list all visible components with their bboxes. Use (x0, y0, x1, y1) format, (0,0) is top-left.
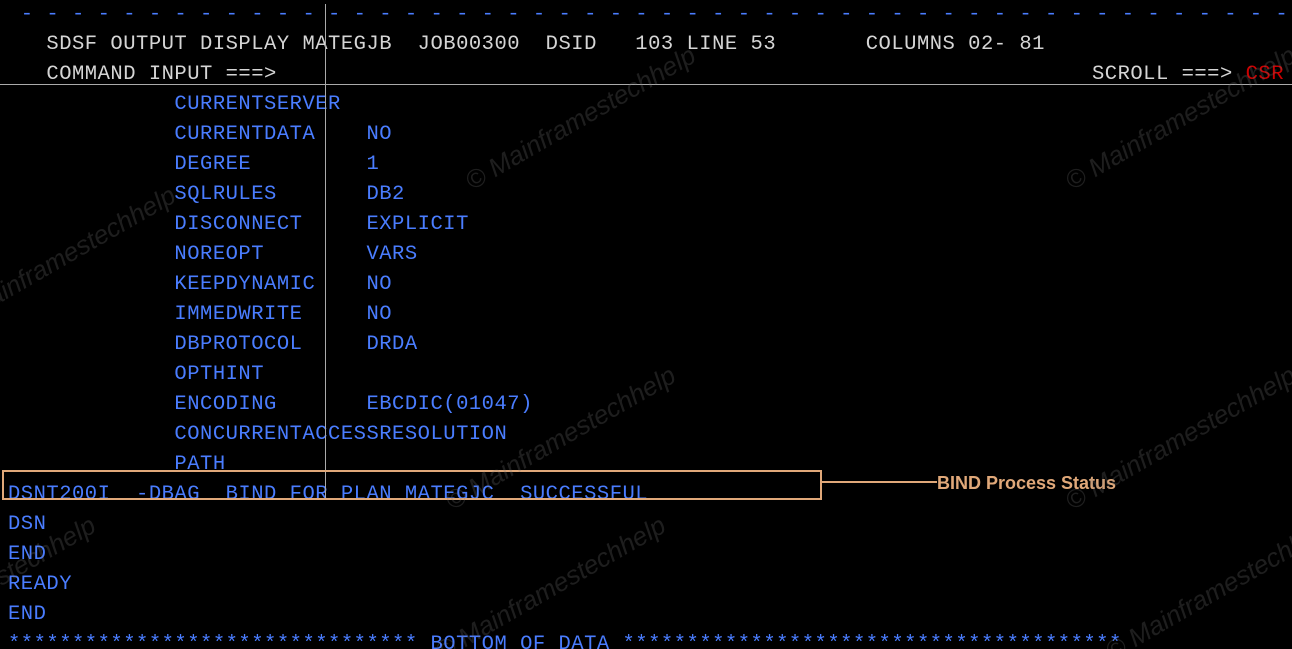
bottom-of-data: ******************************** BOTTOM … (0, 630, 1292, 649)
callout-label: BIND Process Status (937, 468, 1116, 498)
output-row: DBPROTOCOL DRDA (0, 330, 1292, 360)
output-row: DSN (0, 510, 1292, 540)
scroll-label: SCROLL ===> (1092, 63, 1246, 86)
stars-right: *************************************** (610, 633, 1122, 649)
sdsf-header: SDSF OUTPUT DISPLAY MATEGJB JOB00300 DSI… (0, 30, 1292, 60)
output-row: END (0, 540, 1292, 570)
header-underline (0, 84, 1292, 85)
stars-left: ******************************** (8, 633, 430, 649)
command-label: COMMAND INPUT ===> (8, 63, 277, 86)
output-row: ENCODING EBCDIC(01047) (0, 390, 1292, 420)
output-row: KEEPDYNAMIC NO (0, 270, 1292, 300)
callout-connector (822, 481, 937, 483)
output-row: OPTHINT (0, 360, 1292, 390)
output-row: CURRENTDATA NO (0, 120, 1292, 150)
output-row: NOREOPT VARS (0, 240, 1292, 270)
scroll-block[interactable]: SCROLL ===> CSR (1092, 60, 1284, 90)
sdsf-title: SDSF OUTPUT DISPLAY MATEGJB JOB00300 DSI… (8, 33, 1045, 56)
output-row: CONCURRENTACCESSRESOLUTION (0, 420, 1292, 450)
output-row: IMMEDWRITE NO (0, 300, 1292, 330)
output-row: CURRENTSERVER (0, 90, 1292, 120)
top-dashes: - - - - - - - - - - - - - - - - - - - - … (0, 0, 1292, 30)
output-row: END (0, 600, 1292, 630)
output-row: DEGREE 1 (0, 150, 1292, 180)
bottom-label: BOTTOM OF DATA (430, 633, 609, 649)
vertical-rule (325, 4, 326, 500)
output-row: SQLRULES DB2 (0, 180, 1292, 210)
output-row: READY (0, 570, 1292, 600)
output-row: DISCONNECT EXPLICIT (0, 210, 1292, 240)
scroll-value[interactable]: CSR (1246, 63, 1284, 86)
